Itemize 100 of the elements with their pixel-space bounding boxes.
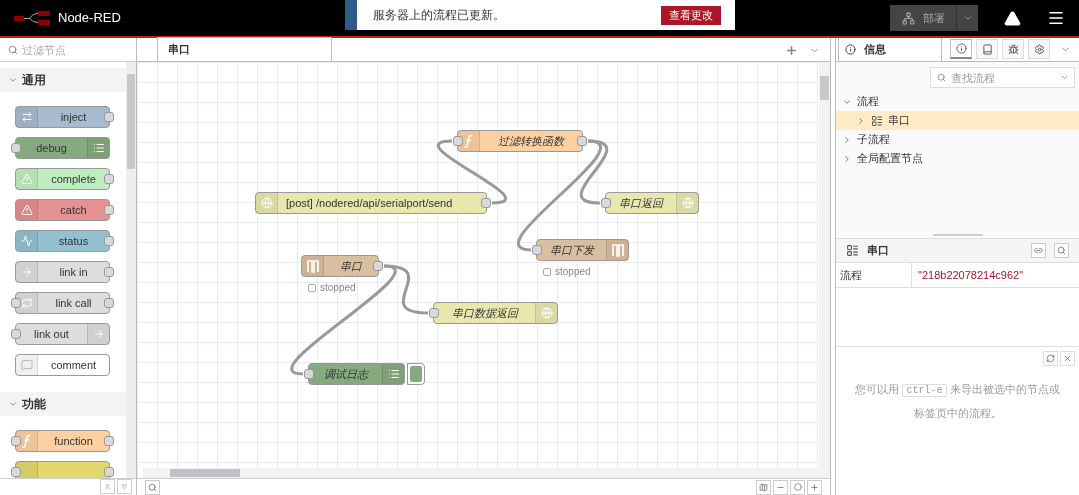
status-indicator <box>543 267 551 276</box>
function-icon <box>21 434 32 448</box>
search-button[interactable] <box>1054 243 1069 258</box>
node-label: [post] /nodered/api/serialport/send <box>285 195 454 211</box>
arrow-icon <box>20 266 33 278</box>
expand-all-button[interactable] <box>117 479 132 494</box>
input-port[interactable] <box>532 245 542 255</box>
tree-item[interactable]: 子流程 <box>836 130 1079 149</box>
output-port[interactable] <box>481 198 491 208</box>
arrow-icon <box>92 328 105 340</box>
palette-category-header[interactable]: 通用 <box>0 68 126 92</box>
output-port[interactable] <box>104 236 114 246</box>
node-label: comment <box>49 357 98 373</box>
shortcut-key: ctrl-e <box>902 384 947 397</box>
node-status: stopped <box>555 265 591 279</box>
tab-label: 信息 <box>864 42 886 58</box>
flow-canvas[interactable]: 过滤转换函数 [post] /nodered/api/serialport/send 串口返回 串口 stopped 串口下发 stopped 串口数据返回 调试日志 <box>137 62 819 478</box>
sidebar-tool-button[interactable] <box>1002 39 1024 59</box>
menu-icon[interactable] <box>1047 9 1065 27</box>
zoom-out-button[interactable] <box>773 479 788 495</box>
output-port[interactable] <box>104 267 114 277</box>
input-port[interactable] <box>11 467 21 477</box>
search-button[interactable] <box>145 479 160 495</box>
palette-node[interactable]: comment <box>15 354 110 376</box>
sidebar-tool-button[interactable] <box>976 39 998 59</box>
sidebar-tab[interactable]: 信息 <box>838 37 942 61</box>
arrows-icon <box>20 111 33 123</box>
vertical-scrollbar[interactable] <box>819 62 830 478</box>
tree-label: 流程 <box>857 94 879 110</box>
tree-item[interactable]: 流程 <box>836 92 1079 111</box>
warning-icon[interactable] <box>1004 9 1021 27</box>
app-title: Node-RED <box>58 9 121 28</box>
output-port[interactable] <box>373 261 383 271</box>
output-port[interactable] <box>104 436 114 446</box>
map-icon <box>759 482 768 492</box>
caret-icon <box>1060 73 1069 82</box>
status-indicator <box>308 283 316 292</box>
chevron-icon <box>842 153 852 164</box>
link-button[interactable] <box>1031 243 1046 258</box>
wire[interactable] <box>579 139 609 205</box>
chevron-icon <box>842 134 852 145</box>
debug-toggle[interactable] <box>407 363 425 385</box>
output-port[interactable] <box>104 112 114 122</box>
comment-icon <box>20 359 33 371</box>
node-label: link out <box>33 326 70 342</box>
property-value: "218b22078214c962" <box>917 267 1024 283</box>
zoom-reset-button[interactable] <box>790 479 805 495</box>
tree-label: 全局配置节点 <box>857 151 923 167</box>
palette-filter-field[interactable]: 过滤节点 <box>0 38 136 62</box>
output-port[interactable] <box>577 136 587 146</box>
output-port[interactable] <box>104 205 114 215</box>
refresh-button[interactable] <box>1043 351 1058 366</box>
pulse-wave-icon <box>306 259 319 273</box>
deploy-button[interactable]: 部署 <box>890 5 956 31</box>
palette-scrollbar[interactable] <box>126 62 136 478</box>
category-title: 通用 <box>22 72 46 89</box>
help-text: 您可以用 ctrl-e 来导出被选中的节点或标签页中的流程。 <box>854 382 1061 421</box>
zoom-in-button[interactable] <box>807 479 822 495</box>
info-icon <box>845 44 856 55</box>
output-port[interactable] <box>104 298 114 308</box>
double-chevron-down-icon <box>120 482 129 491</box>
category-title: 功能 <box>22 396 46 413</box>
gear-icon <box>1033 43 1045 55</box>
input-port[interactable] <box>11 329 21 339</box>
plus-icon <box>810 482 819 492</box>
input-port[interactable] <box>429 308 439 318</box>
flow-search-field[interactable]: 查找流程 <box>930 67 1075 88</box>
chevron-icon <box>8 399 18 409</box>
output-port[interactable] <box>104 467 114 477</box>
sidebar-tool-button[interactable] <box>950 39 972 59</box>
search-icon <box>1057 246 1066 255</box>
input-port[interactable] <box>453 136 463 146</box>
node-label: debug <box>35 140 68 156</box>
refresh-icon <box>1046 354 1055 363</box>
loop-icon <box>20 297 33 309</box>
tree-item[interactable]: 全局配置节点 <box>836 149 1079 168</box>
horizontal-scrollbar[interactable] <box>143 468 819 478</box>
node-label: 串口返回 <box>618 195 665 211</box>
node-label: inject <box>59 109 88 125</box>
output-port[interactable] <box>104 174 114 184</box>
close-button[interactable] <box>1060 351 1075 366</box>
input-port[interactable] <box>601 198 611 208</box>
input-port[interactable] <box>11 436 21 446</box>
navigator-button[interactable] <box>756 479 771 495</box>
palette-category-header[interactable]: 功能 <box>0 392 126 416</box>
add-tab-icon[interactable] <box>785 44 798 57</box>
caret-icon <box>962 13 973 23</box>
search-icon <box>8 45 18 55</box>
collapse-all-button[interactable] <box>100 479 115 494</box>
deploy-menu-button[interactable] <box>956 5 978 31</box>
workspace-tab[interactable]: 串口 <box>157 37 332 61</box>
sidebar-tool-button[interactable] <box>1028 39 1050 59</box>
node-label: link in <box>58 264 89 280</box>
review-changes-button[interactable]: 查看更改 <box>661 5 721 25</box>
input-port[interactable] <box>11 143 21 153</box>
input-port[interactable] <box>304 369 314 379</box>
tree-item[interactable]: 串口 <box>836 111 1079 130</box>
node-label: 串口下发 <box>548 242 596 258</box>
chevron-icon <box>856 115 866 126</box>
input-port[interactable] <box>11 298 21 308</box>
